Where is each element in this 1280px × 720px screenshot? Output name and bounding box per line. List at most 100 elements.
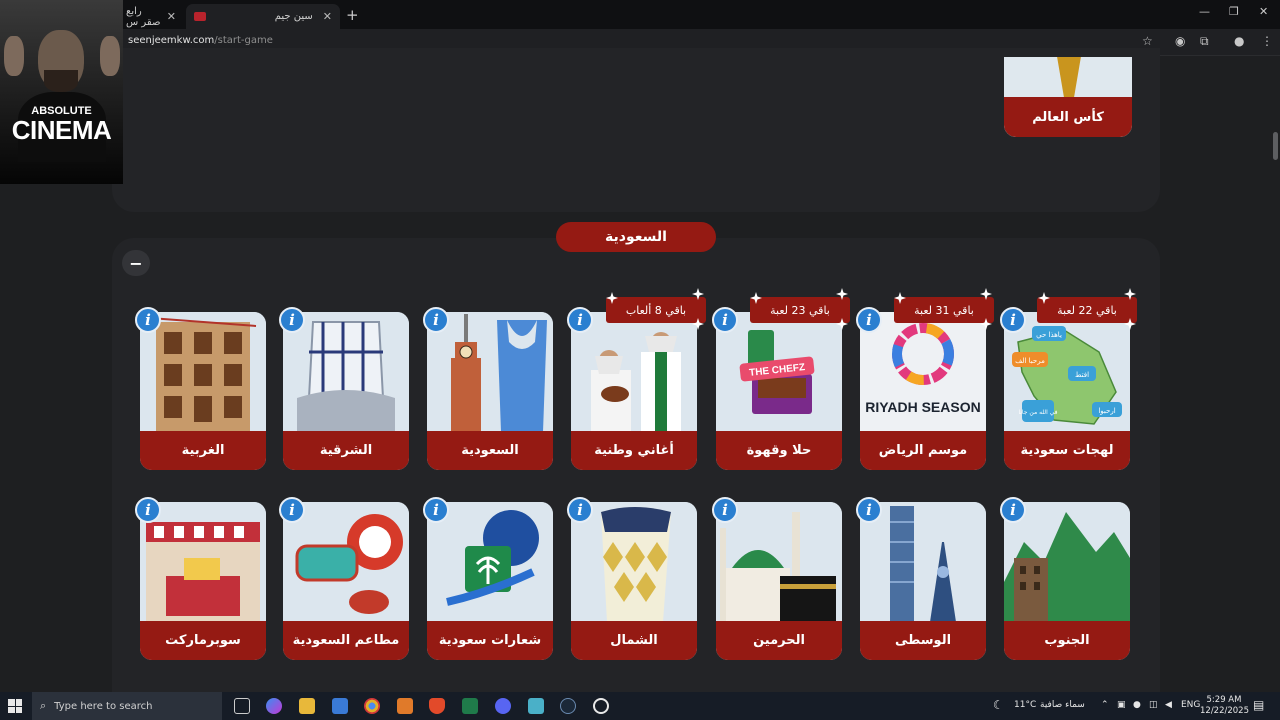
category-card-central[interactable]: الوسطى [860,502,986,660]
moon-icon: ☾ [993,698,1004,712]
language-indicator[interactable]: ENG [1181,700,1200,710]
webcam-overlay: ABSOLUTE CINEMA [0,0,123,184]
info-button[interactable]: i [279,307,305,333]
chevron-up-icon[interactable]: ⌃ [1101,700,1109,710]
window-close-icon[interactable]: ✕ [1259,5,1268,18]
tab-current[interactable]: سين جيم ✕ [186,4,340,29]
info-button[interactable]: i [423,497,449,523]
category-card-national-songs[interactable]: أغاني وطنية [571,312,697,470]
card-art-hejazi-house [140,312,266,432]
notifications-icon[interactable]: ▤ [1253,698,1264,712]
card-art-riyadh-season: RIYADH SEASON [860,312,986,432]
category-card-saudi-dialects[interactable]: ياهذا حي مرحبا الف افتط في الله من جانا … [1004,312,1130,470]
volume-icon[interactable]: ◀ [1165,700,1172,710]
network-icon[interactable]: ◫ [1149,700,1158,710]
card-art-tower [571,502,697,622]
steam-icon[interactable] [560,698,576,714]
clock-time: 5:29 AM [1206,695,1242,705]
map-bubble-text: ارحبوا [1098,407,1115,415]
app-icon[interactable] [528,698,544,714]
info-button[interactable]: i [567,497,593,523]
weather-desc[interactable]: سماء صافية [1040,700,1085,710]
category-card-supermarket[interactable]: سوبرماركت [140,502,266,660]
category-card-sweets-coffee[interactable]: THE CHEFZ حلا وقهوة [716,312,842,470]
weather-temp[interactable]: 11°C [1014,700,1036,710]
category-card-world-cup[interactable]: كأس العالم [1004,57,1132,137]
category-label: كأس العالم [1004,97,1132,137]
category-card-eastern[interactable]: الشرقية [283,312,409,470]
url-field[interactable]: seenjeemkw.com/start-game [128,35,273,46]
tab-title: رابع صقر س [126,5,161,28]
profile-icon[interactable]: ● [1234,34,1244,48]
card-art-singers [571,312,697,432]
info-button[interactable]: i [712,307,738,333]
info-button[interactable]: i [712,497,738,523]
info-button[interactable]: i [279,497,305,523]
webcam-person-beard [44,70,78,92]
info-button[interactable]: i [135,497,161,523]
info-button[interactable]: i [135,307,161,333]
store-icon[interactable] [332,698,348,714]
excel-icon[interactable] [462,698,478,714]
card-art-riyadh-towers [860,502,986,622]
info-button[interactable]: i [1000,307,1026,333]
category-card-saudi-logos[interactable]: شعارات سعودية [427,502,553,660]
info-button[interactable]: i [856,497,882,523]
incognito-icon[interactable]: ◉ [1175,34,1185,48]
microphone-icon[interactable]: ● [1133,700,1141,710]
tray-app-icon[interactable]: ▣ [1117,700,1126,710]
copilot-icon[interactable] [266,698,282,714]
category-label: الوسطى [860,621,986,660]
card-art-supermarket [140,502,266,622]
scrollbar-thumb[interactable] [1273,132,1278,160]
category-card-riyadh-season[interactable]: RIYADH SEASON موسم الرياض [860,312,986,470]
overlay-text-line2: CINEMA [11,115,112,145]
card-art-eastern-towers [283,312,409,432]
info-button[interactable]: i [423,307,449,333]
tab-other[interactable]: رابع صقر س ✕ [118,4,184,29]
page-scrollbar[interactable] [1270,57,1280,691]
category-card-north[interactable]: الشمال [571,502,697,660]
category-card-western[interactable]: الغربية [140,312,266,470]
info-button[interactable]: i [567,307,593,333]
category-card-two-holy-mosques[interactable]: الحرمين [716,502,842,660]
search-placeholder: Type here to search [54,700,153,712]
windows-start-icon[interactable] [8,699,22,713]
category-label: أغاني وطنية [571,431,697,470]
category-card-south[interactable]: الجنوب [1004,502,1130,660]
close-icon[interactable]: ✕ [167,10,176,23]
extensions-icon[interactable]: ⧉ [1200,34,1209,49]
card-art-mountains [1004,502,1130,622]
category-label: الحرمين [716,621,842,660]
category-card-saudi[interactable]: السعودية [427,312,553,470]
menu-dots-icon[interactable]: ⋮ [1261,34,1273,48]
tab-title: سين جيم [274,11,313,22]
riyadh-season-text: RIYADH SEASON [865,399,980,415]
browser-tab-bar: رابع صقر س ✕ سين جيم ✕ + — ❐ ✕ [0,0,1280,29]
category-label: الشمال [571,621,697,660]
bookmark-star-icon[interactable]: ☆ [1142,34,1153,48]
info-button[interactable]: i [1000,497,1026,523]
restore-icon[interactable]: ❐ [1229,5,1239,18]
map-bubble-text: ياهذا حي [1036,331,1062,339]
new-tab-icon[interactable]: + [346,6,359,24]
webcam-hand-left [4,36,24,76]
file-explorer-icon[interactable] [299,698,315,714]
discord-icon[interactable] [495,698,511,714]
map-bubble-text: في الله من جانا [1018,409,1057,416]
app-icon[interactable] [397,698,413,714]
chrome-icon[interactable] [364,698,380,714]
category-card-saudi-restaurants[interactable]: مطاعم السعودية [283,502,409,660]
obs-icon[interactable] [593,698,609,714]
close-icon[interactable]: ✕ [323,10,332,23]
task-view-icon[interactable] [234,698,250,714]
taskbar-clock[interactable]: 5:29 AM 12/22/2025 [1200,695,1249,717]
minimize-icon[interactable]: — [1199,5,1210,18]
info-button[interactable]: i [856,307,882,333]
collapse-section-button[interactable]: − [122,250,150,276]
brave-icon[interactable] [429,698,445,714]
clock-date: 12/22/2025 [1200,706,1249,716]
taskbar-search-box[interactable]: ⌕ Type here to search [32,692,222,720]
card-art-map: ياهذا حي مرحبا الف افتط في الله من جانا … [1004,312,1130,432]
webcam-hand-right [100,36,120,76]
